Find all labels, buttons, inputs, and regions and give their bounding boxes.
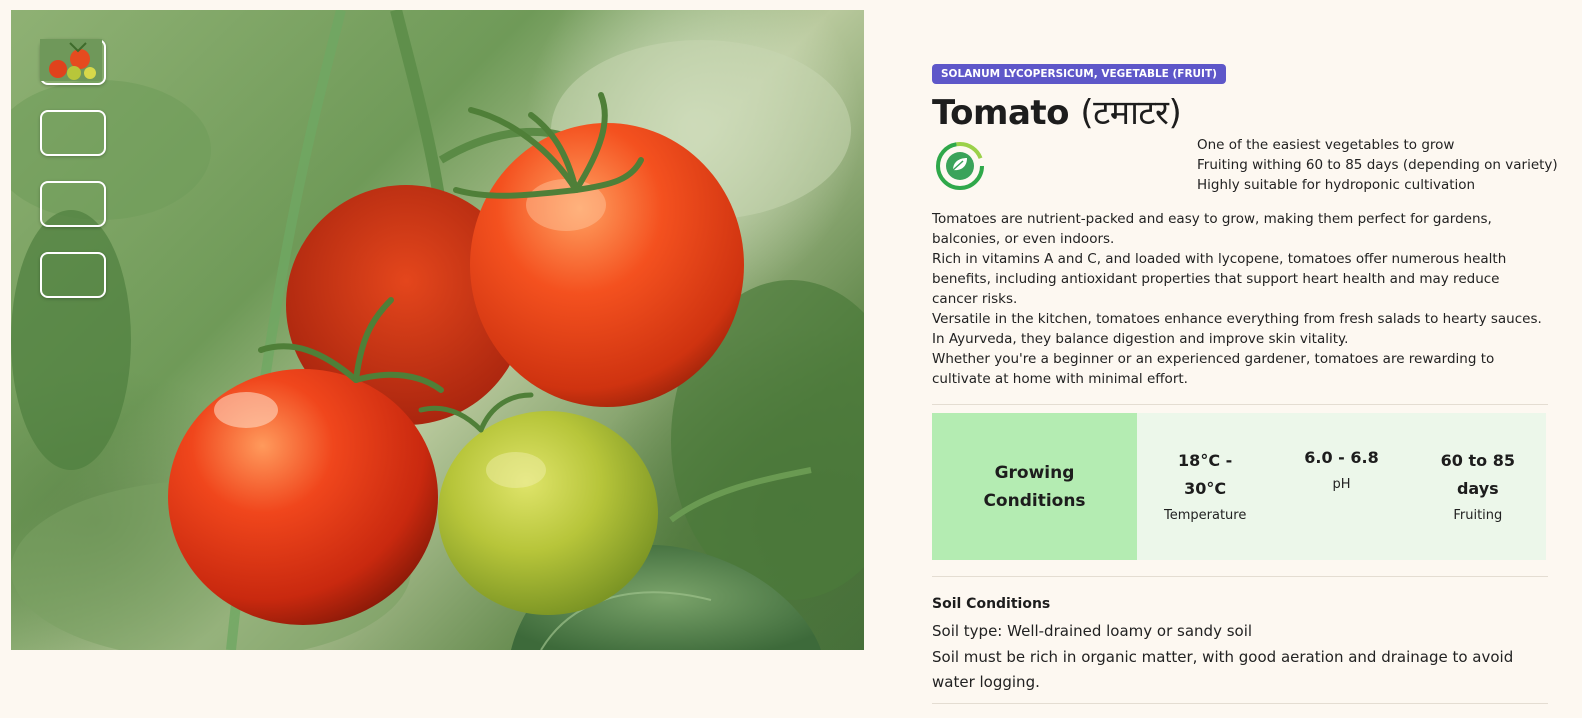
stat-label: Temperature	[1163, 507, 1247, 523]
stat-ph: 6.0 - 6.8 pH	[1273, 413, 1409, 560]
description-paragraph: Versatile in the kitchen, tomatoes enhan…	[932, 311, 1542, 327]
title-local: (टमाटर)	[1080, 93, 1182, 133]
soil-line: Soil must be rich in organic matter, wit…	[932, 647, 1514, 692]
page-title: Tomato (टमाटर)	[932, 88, 1182, 134]
soil-conditions-title: Soil Conditions	[932, 596, 1051, 612]
stat-value: 30°C	[1184, 478, 1227, 498]
thumbnail-list	[40, 39, 106, 298]
product-main-image	[11, 10, 864, 650]
growing-conditions-panel: Growing Conditions 18°C - 30°C Temperatu…	[932, 413, 1546, 560]
product-description: Tomatoes are nutrient-packed and easy to…	[932, 209, 1548, 389]
thumbnail-3[interactable]	[40, 39, 106, 227]
title-english: Tomato	[932, 93, 1070, 133]
growing-heading-line: Conditions	[983, 490, 1086, 511]
highlights-list: One of the easiest vegetables to grow Fr…	[1197, 135, 1558, 195]
highlight-item: Fruiting withing 60 to 85 days (dependin…	[1197, 157, 1558, 173]
divider	[932, 703, 1548, 704]
soil-conditions-text: Soil type: Well-drained loamy or sandy s…	[932, 619, 1548, 696]
description-paragraph: In Ayurveda, they balance digestion and …	[932, 331, 1349, 347]
stat-value: 6.0 - 6.8	[1304, 448, 1379, 467]
divider	[932, 404, 1548, 405]
highlight-item: One of the easiest vegetables to grow	[1197, 137, 1455, 153]
description-paragraph: Whether you're a beginner or an experien…	[932, 351, 1495, 387]
growing-heading-line: Growing	[994, 462, 1075, 483]
thumbnail-4[interactable]	[40, 39, 106, 298]
eco-leaf-cycle-icon	[936, 142, 984, 190]
tomato-photo-illustration	[11, 10, 864, 650]
stat-temperature: 18°C - 30°C Temperature	[1137, 413, 1273, 560]
description-paragraph: Rich in vitamins A and C, and loaded wit…	[932, 251, 1507, 307]
stat-label: pH	[1332, 477, 1351, 492]
thumbnail-2[interactable]	[40, 39, 106, 156]
stat-value: days	[1456, 478, 1499, 498]
stat-fruiting: 60 to 85 days Fruiting	[1410, 413, 1546, 560]
species-badge: SOLANUM LYCOPERSICUM, VEGETABLE (FRUIT)	[932, 64, 1226, 84]
divider	[932, 576, 1548, 577]
description-paragraph: Tomatoes are nutrient-packed and easy to…	[932, 211, 1492, 247]
growing-conditions-heading: Growing Conditions	[932, 413, 1137, 560]
soil-line: Soil type: Well-drained loamy or sandy s…	[932, 622, 1253, 640]
stat-label: Fruiting	[1453, 507, 1503, 523]
highlight-item: Highly suitable for hydroponic cultivati…	[1197, 177, 1476, 193]
stat-value: 60 to 85	[1440, 450, 1515, 470]
stat-value: 18°C -	[1178, 450, 1233, 470]
